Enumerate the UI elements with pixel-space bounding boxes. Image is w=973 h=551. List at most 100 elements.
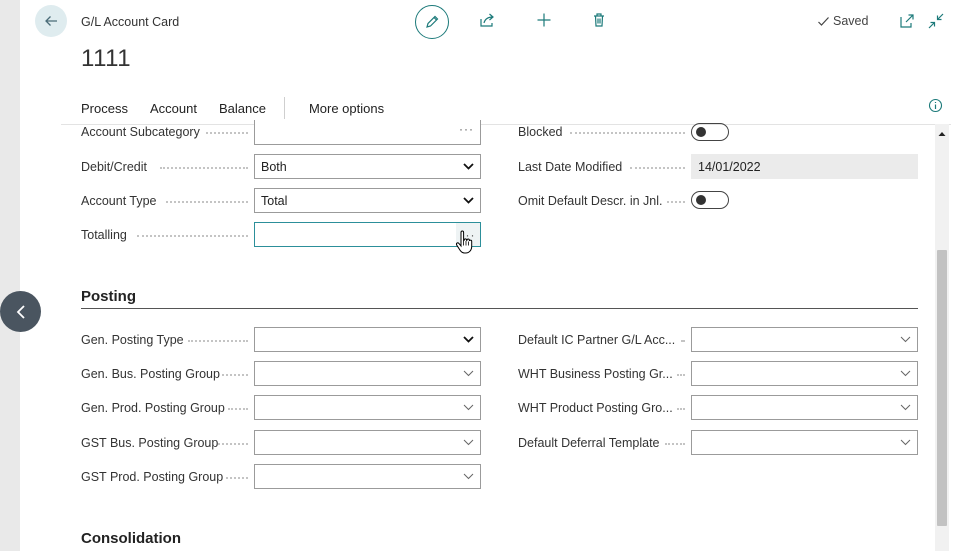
totalling-field[interactable]: ··· bbox=[254, 222, 481, 247]
blocked-toggle[interactable] bbox=[691, 123, 729, 141]
collapse-button[interactable] bbox=[928, 13, 944, 29]
totalling-label: Totalling bbox=[81, 228, 127, 242]
caret-up-icon bbox=[938, 132, 946, 136]
leader-dots bbox=[188, 340, 248, 342]
action-account[interactable]: Account bbox=[150, 101, 197, 116]
leader-dots bbox=[228, 408, 248, 410]
chevron-down-icon bbox=[456, 189, 480, 212]
new-button[interactable] bbox=[535, 11, 553, 29]
collapse-icon bbox=[928, 13, 944, 29]
chevron-down-icon bbox=[893, 328, 917, 351]
chevron-down-icon bbox=[456, 465, 480, 488]
default-deferral-template-label: Default Deferral Template bbox=[518, 436, 660, 450]
chevron-down-icon bbox=[893, 362, 917, 385]
posting-section-title[interactable]: Posting bbox=[81, 288, 136, 305]
toggle-knob bbox=[696, 127, 706, 137]
edit-button[interactable] bbox=[415, 5, 449, 39]
nav-back-button[interactable] bbox=[0, 291, 41, 332]
page-caption: G/L Account Card bbox=[81, 15, 180, 29]
wht-product-posting-label: WHT Product Posting Gro... bbox=[518, 401, 673, 415]
action-bar: Process Account Balance More options bbox=[81, 96, 406, 120]
hand-cursor-icon bbox=[455, 230, 473, 256]
gen-bus-posting-group-label: Gen. Bus. Posting Group bbox=[81, 367, 220, 381]
arrow-left-icon bbox=[45, 16, 57, 26]
chevron-down-icon bbox=[456, 396, 480, 419]
omit-default-descr-toggle[interactable] bbox=[691, 191, 729, 209]
posting-section-divider bbox=[81, 308, 918, 309]
leader-dots bbox=[226, 477, 248, 479]
leader-dots bbox=[206, 132, 248, 134]
trash-icon bbox=[594, 13, 604, 27]
gen-bus-posting-group-field[interactable] bbox=[254, 361, 481, 386]
leader-dots bbox=[665, 443, 685, 445]
chevron-down-icon bbox=[456, 431, 480, 454]
gst-prod-posting-group-label: GST Prod. Posting Group bbox=[81, 470, 224, 484]
action-balance[interactable]: Balance bbox=[219, 101, 266, 116]
gen-posting-type-select[interactable] bbox=[254, 327, 481, 352]
plus-icon bbox=[537, 13, 551, 27]
ellipsis-icon: ··· bbox=[459, 122, 474, 136]
leader-dots bbox=[160, 167, 248, 169]
leader-dots bbox=[222, 374, 248, 376]
debit-credit-select[interactable]: Both bbox=[254, 154, 481, 179]
wht-business-posting-field[interactable] bbox=[691, 361, 918, 386]
default-ic-partner-label: Default IC Partner G/L Acc... bbox=[518, 333, 676, 347]
default-deferral-template-field[interactable] bbox=[691, 430, 918, 455]
wht-product-posting-field[interactable] bbox=[691, 395, 918, 420]
leader-dots bbox=[667, 201, 685, 203]
chevron-down-icon bbox=[893, 396, 917, 419]
checkmark-icon bbox=[818, 16, 829, 26]
last-date-modified-field: 14/01/2022 bbox=[691, 154, 918, 179]
chevron-down-icon bbox=[456, 155, 480, 178]
delete-button[interactable] bbox=[590, 11, 608, 29]
blocked-label: Blocked bbox=[518, 125, 563, 139]
wht-business-posting-label: WHT Business Posting Gr... bbox=[518, 367, 673, 381]
chevron-left-icon bbox=[16, 304, 25, 319]
vertical-scrollbar[interactable] bbox=[935, 124, 949, 551]
leader-dots bbox=[570, 132, 685, 134]
gst-prod-posting-group-field[interactable] bbox=[254, 464, 481, 489]
open-new-window-button[interactable] bbox=[899, 13, 915, 29]
action-process[interactable]: Process bbox=[81, 101, 128, 116]
leader-dots bbox=[681, 340, 685, 342]
account-type-label: Account Type bbox=[81, 194, 157, 208]
last-date-modified-label: Last Date Modified bbox=[518, 160, 623, 174]
left-gutter bbox=[0, 0, 20, 551]
toggle-knob bbox=[696, 195, 706, 205]
info-button[interactable] bbox=[928, 98, 943, 113]
gst-bus-posting-group-field[interactable] bbox=[254, 430, 481, 455]
chevron-down-icon bbox=[456, 328, 480, 351]
info-icon bbox=[928, 98, 943, 113]
default-ic-partner-field[interactable] bbox=[691, 327, 918, 352]
omit-default-descr-label: Omit Default Descr. in Jnl. bbox=[518, 194, 663, 208]
chevron-down-icon bbox=[893, 431, 917, 454]
leader-dots bbox=[677, 408, 685, 410]
chevron-down-icon bbox=[456, 362, 480, 385]
account-subcategory-field[interactable]: ··· bbox=[254, 120, 481, 145]
leader-dots bbox=[137, 235, 248, 237]
leader-dots bbox=[166, 201, 248, 203]
gen-prod-posting-group-label: Gen. Prod. Posting Group bbox=[81, 401, 225, 415]
leader-dots bbox=[677, 374, 685, 376]
leader-dots bbox=[218, 443, 248, 445]
gen-prod-posting-group-field[interactable] bbox=[254, 395, 481, 420]
debit-credit-label: Debit/Credit bbox=[81, 160, 147, 174]
back-button[interactable] bbox=[35, 5, 67, 37]
record-title: 1111 bbox=[81, 45, 132, 72]
saved-label: Saved bbox=[833, 14, 869, 28]
scroll-up-button[interactable] bbox=[937, 127, 947, 137]
pencil-icon bbox=[426, 15, 439, 28]
account-type-select[interactable]: Total bbox=[254, 188, 481, 213]
scroll-thumb[interactable] bbox=[937, 250, 947, 526]
leader-dots bbox=[630, 167, 685, 169]
share-button[interactable] bbox=[478, 11, 496, 29]
consolidation-section-title[interactable]: Consolidation bbox=[81, 530, 181, 547]
gst-bus-posting-group-label: GST Bus. Posting Group bbox=[81, 436, 219, 450]
action-separator bbox=[283, 97, 285, 119]
saved-status: Saved bbox=[817, 14, 868, 28]
gen-posting-type-label: Gen. Posting Type bbox=[81, 333, 184, 347]
share-icon bbox=[480, 13, 494, 27]
action-more-options[interactable]: More options bbox=[309, 101, 384, 116]
account-subcategory-label: Account Subcategory bbox=[81, 125, 200, 139]
open-new-window-icon bbox=[900, 14, 914, 28]
